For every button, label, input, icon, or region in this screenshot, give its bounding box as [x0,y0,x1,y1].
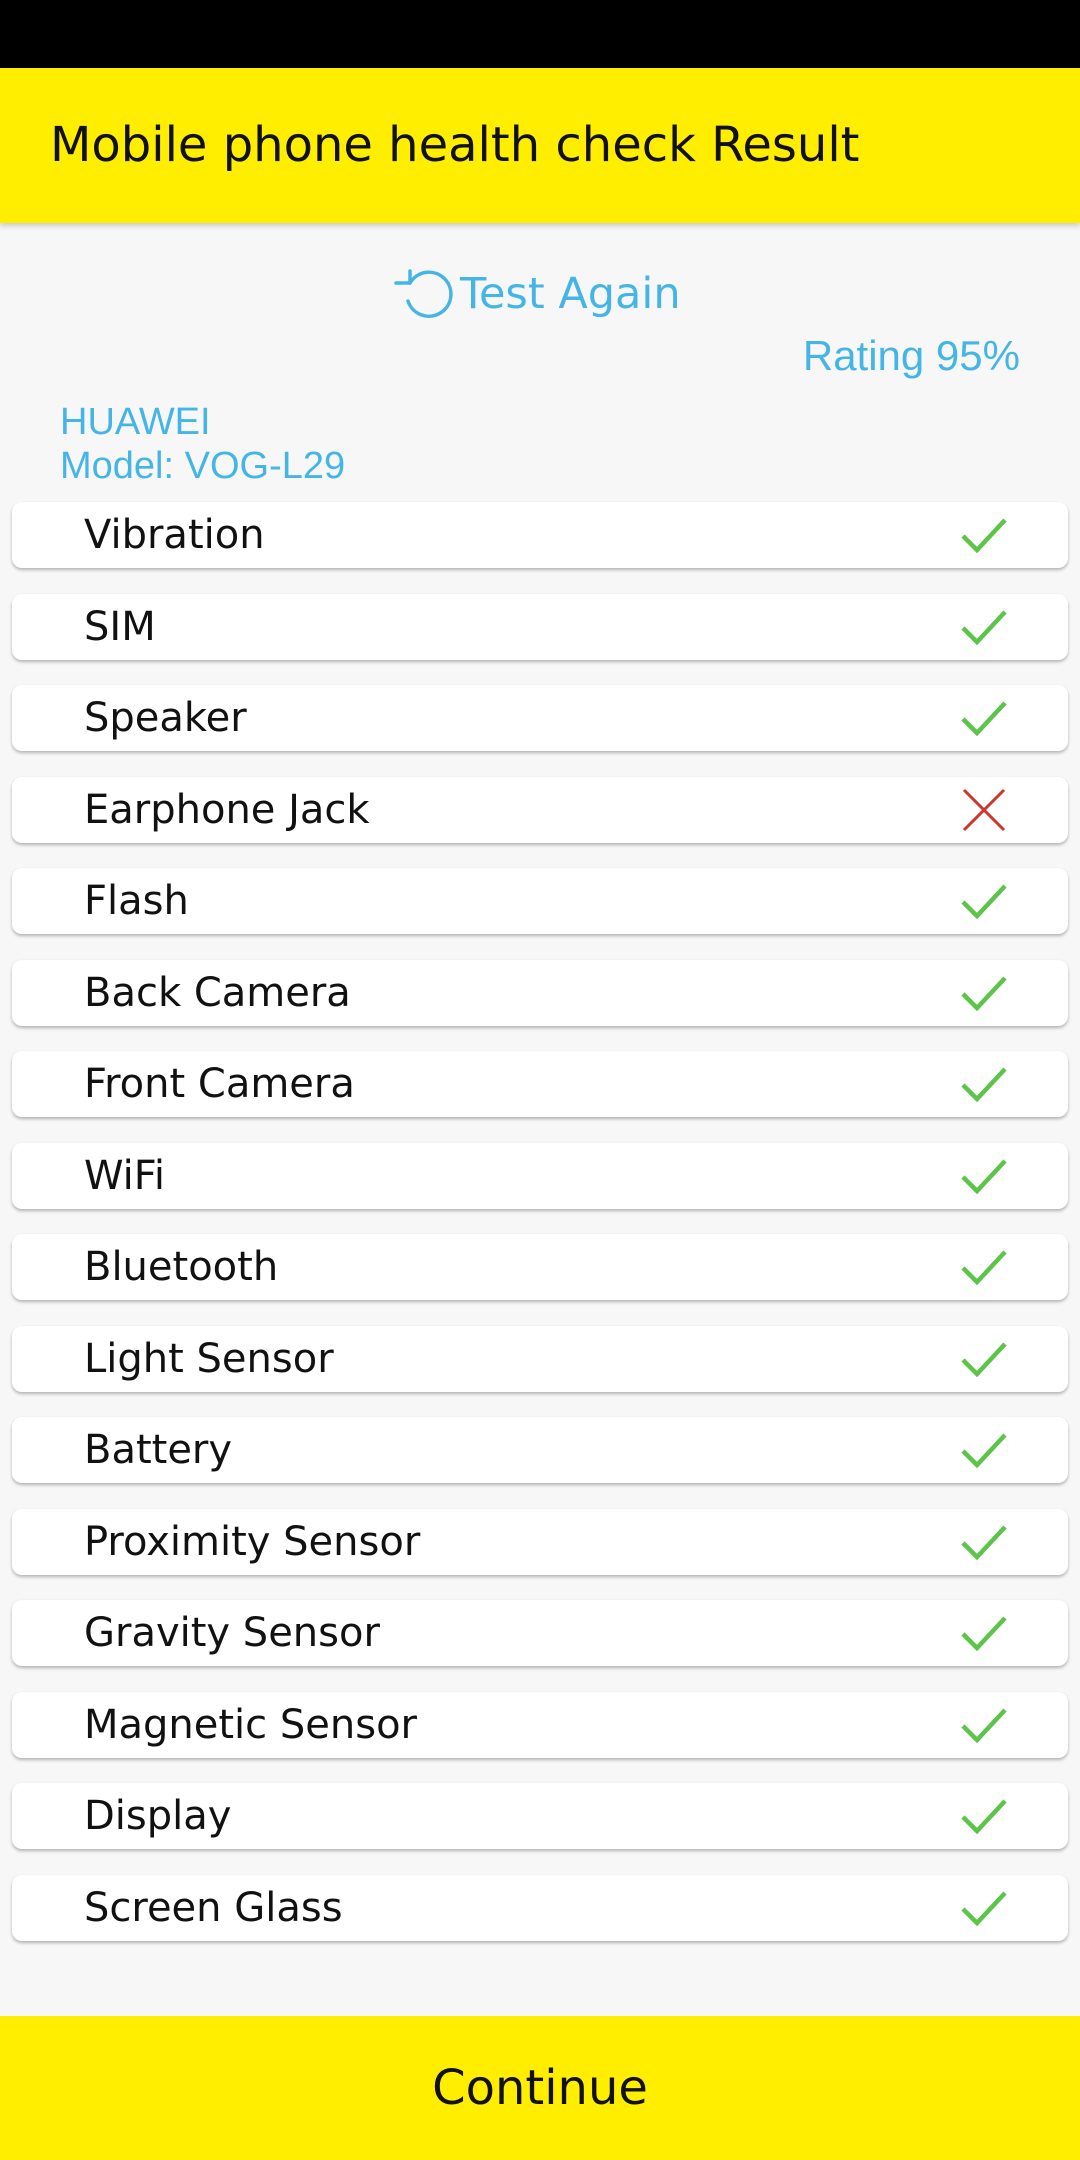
page-title: Mobile phone health check Result [50,117,860,173]
check-icon [961,1524,1007,1560]
check-label: Vibration [84,512,265,558]
check-icon [961,1158,1007,1194]
check-icon [961,884,1007,920]
check-row: Front Camera [12,1051,1068,1117]
check-row: Bluetooth [12,1234,1068,1300]
check-row: Gravity Sensor [12,1600,1068,1666]
refresh-icon [394,269,453,318]
test-again-button[interactable]: Test Again [392,262,681,326]
check-icon [961,1707,1007,1743]
check-row: Flash [12,868,1068,934]
status-bar [0,0,1080,68]
check-label: Proximity Sensor [84,1518,421,1565]
check-icon [961,701,1007,737]
check-label: Flash [84,878,189,924]
check-row: WiFi [12,1142,1068,1209]
check-label: Gravity Sensor [84,1610,380,1656]
check-icon [961,609,1007,645]
check-icon [961,518,1007,554]
test-again-label: Test Again [460,269,681,319]
check-label: Speaker [84,695,247,741]
check-icon [961,1799,1007,1835]
check-row: Earphone Jack [12,776,1068,843]
continue-button[interactable]: Continue [0,2016,1080,2160]
app-bar: Mobile phone health check Result [0,68,1080,223]
check-icon [961,1616,1007,1652]
check-row: Proximity Sensor [12,1508,1068,1575]
check-row: SIM [12,593,1068,660]
check-icon [961,1890,1007,1926]
check-icon [961,1433,1007,1469]
cross-icon [962,788,1006,831]
check-row: Display [12,1783,1068,1849]
check-row: Light Sensor [12,1325,1068,1392]
check-label: Magnetic Sensor [84,1701,417,1748]
check-label: Back Camera [84,969,351,1016]
device-brand: HUAWEI [60,401,211,443]
check-list: Vibration SIM Speaker Earphone Jack Flash Bac… [12,502,1068,1966]
check-icon [961,1341,1007,1377]
device-model: Model: VOG-L29 [60,445,346,487]
rating-text: Rating 95% [802,332,1020,379]
check-row: Battery [12,1417,1068,1483]
check-row: Back Camera [12,959,1068,1026]
continue-label: Continue [432,2060,648,2116]
check-label: Earphone Jack [84,786,370,833]
check-icon [961,975,1007,1011]
check-label: Light Sensor [84,1335,334,1382]
check-label: Front Camera [84,1061,355,1107]
check-row: Magnetic Sensor [12,1691,1068,1758]
check-label: SIM [84,603,156,650]
check-label: Screen Glass [84,1884,343,1931]
check-label: Battery [84,1427,233,1473]
device-info: HUAWEI Model: VOG-L29 [60,400,345,488]
check-row: Vibration [12,502,1068,568]
check-icon [961,1067,1007,1103]
check-row: Screen Glass [12,1874,1068,1941]
check-label: Display [84,1793,232,1839]
check-row: Speaker [12,685,1068,751]
check-label: WiFi [84,1152,165,1199]
check-icon [961,1250,1007,1286]
check-label: Bluetooth [84,1244,279,1290]
